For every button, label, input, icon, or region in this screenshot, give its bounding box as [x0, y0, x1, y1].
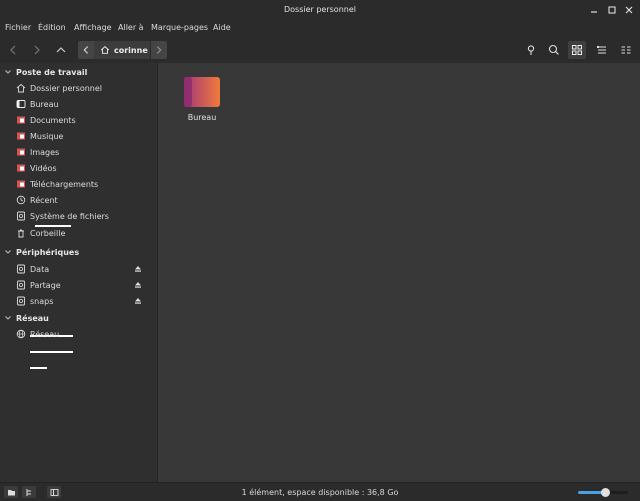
sidebar-item-label: Corbeille [30, 228, 66, 238]
sidebar-item-musique[interactable]: Musique [16, 129, 152, 143]
status-bar: 1 élément, espace disponible : 36,8 Go [0, 482, 640, 501]
section-title: Poste de travail [16, 67, 88, 77]
sidebar-item-label: Bureau [30, 99, 59, 109]
breadcrumb-home[interactable]: corinne [94, 41, 150, 59]
sidebar-item-data[interactable]: Data [16, 262, 152, 276]
eject-icon [135, 298, 141, 304]
folder-label: Bureau [187, 113, 217, 122]
folder-item-bureau[interactable]: Bureau [182, 77, 222, 137]
window-title: Dossier personnel [283, 5, 356, 14]
menu-edition[interactable]: Édition [38, 23, 66, 32]
home-icon [16, 83, 26, 93]
chevron-down-icon [5, 316, 11, 320]
sidebar-item-recent[interactable]: Récent [16, 193, 152, 207]
menu-aller-a[interactable]: Aller à [118, 23, 144, 32]
maximize-button[interactable] [607, 5, 617, 15]
back-button[interactable] [4, 41, 22, 59]
sidebar-item-label: Images [30, 147, 60, 157]
sidebar-item-label: Musique [30, 131, 64, 141]
drive-icon [16, 296, 26, 306]
minimize-button[interactable] [589, 5, 599, 15]
drive-icon [16, 264, 26, 274]
search-icon [548, 44, 559, 55]
compact-view-button[interactable] [617, 41, 635, 59]
sidebar-item-label: Récent [30, 195, 58, 205]
home-icon [100, 45, 110, 55]
sidebar: Poste de travail Dossier personnel Burea… [0, 63, 158, 482]
status-text: 1 élément, espace disponible : 36,8 Go [241, 488, 399, 497]
breadcrumb-label: corinne [114, 45, 148, 55]
file-view[interactable]: Bureau [158, 63, 640, 482]
menu-fichier[interactable]: Fichier [5, 23, 31, 32]
section-peripheriques[interactable]: Périphériques [4, 245, 79, 259]
sidebar-item-telechargements[interactable]: Téléchargements [16, 177, 152, 191]
network-icon [16, 329, 26, 339]
sidebar-item-label: Réseau [30, 329, 60, 339]
path-scroll-left-button[interactable] [78, 41, 94, 59]
usage-bar [30, 367, 47, 369]
path-scroll-right-button[interactable] [151, 41, 167, 59]
sidebar-item-corbeille[interactable]: Corbeille [16, 226, 152, 240]
sidebar-item-label: Vidéos [30, 163, 57, 173]
sidebar-item-systeme-de-fichiers[interactable]: Système de fichiers [16, 209, 152, 223]
section-reseau[interactable]: Réseau [4, 311, 49, 325]
sidebar-item-label: Data [30, 264, 50, 274]
sidebar-item-label: Dossier personnel [30, 83, 103, 93]
section-title: Périphériques [16, 247, 80, 257]
list-view-button[interactable] [593, 41, 611, 59]
menu-aide[interactable]: Aide [213, 23, 231, 32]
desktop-icon [16, 99, 26, 109]
location-button[interactable] [522, 41, 540, 59]
recent-icon [16, 195, 26, 205]
sidebar-item-videos[interactable]: Vidéos [16, 161, 152, 175]
trash-icon [16, 228, 26, 238]
section-poste-de-travail[interactable]: Poste de travail [4, 65, 87, 79]
sidebar-item-partage[interactable]: Partage [16, 278, 152, 292]
sidebar-item-label: Téléchargements [30, 179, 99, 189]
chevron-down-icon [5, 250, 11, 254]
grid-icon [572, 45, 582, 55]
sidebar-item-images[interactable]: Images [16, 145, 152, 159]
up-button[interactable] [52, 41, 70, 59]
sidebar-item-label: Système de fichiers [30, 211, 109, 221]
forward-button[interactable] [28, 41, 46, 59]
menu-affichage[interactable]: Affichage [74, 23, 112, 32]
sidebar-item-label: Documents [30, 115, 76, 125]
documents-folder-icon [16, 115, 26, 125]
usage-bar [30, 351, 73, 353]
menu-bar: Fichier Édition Affichage Aller à Marque… [0, 20, 640, 37]
sidebar-item-label: snaps [30, 296, 54, 306]
downloads-folder-icon [16, 179, 26, 189]
filesystem-icon [16, 211, 26, 221]
drive-icon [16, 280, 26, 290]
toolbar: corinne [0, 37, 640, 64]
pictures-folder-icon [16, 147, 26, 157]
pin-icon [527, 45, 535, 55]
sidebar-item-dossier-personnel[interactable]: Dossier personnel [16, 81, 152, 95]
eject-icon [135, 282, 141, 288]
videos-folder-icon [16, 163, 26, 173]
sidebar-item-bureau[interactable]: Bureau [16, 97, 152, 111]
menu-marque-pages[interactable]: Marque-pages [151, 23, 208, 32]
title-bar: Dossier personnel [0, 0, 640, 20]
compact-icon [621, 46, 631, 54]
music-folder-icon [16, 131, 26, 141]
zoom-slider-handle[interactable] [601, 488, 610, 497]
zoom-slider[interactable] [578, 488, 628, 497]
sidebar-item-documents[interactable]: Documents [16, 113, 152, 127]
chevron-down-icon [5, 70, 11, 74]
sidebar-item-label: Partage [30, 280, 61, 290]
close-button[interactable] [624, 5, 634, 15]
search-button[interactable] [545, 41, 563, 59]
list-icon [597, 46, 606, 54]
sidebar-item-reseau[interactable]: Réseau [16, 327, 152, 341]
desktop-folder-icon [184, 77, 220, 107]
icon-view-button[interactable] [568, 41, 586, 59]
section-title: Réseau [16, 313, 49, 323]
eject-icon [135, 266, 141, 272]
sidebar-item-snaps[interactable]: snaps [16, 294, 152, 308]
